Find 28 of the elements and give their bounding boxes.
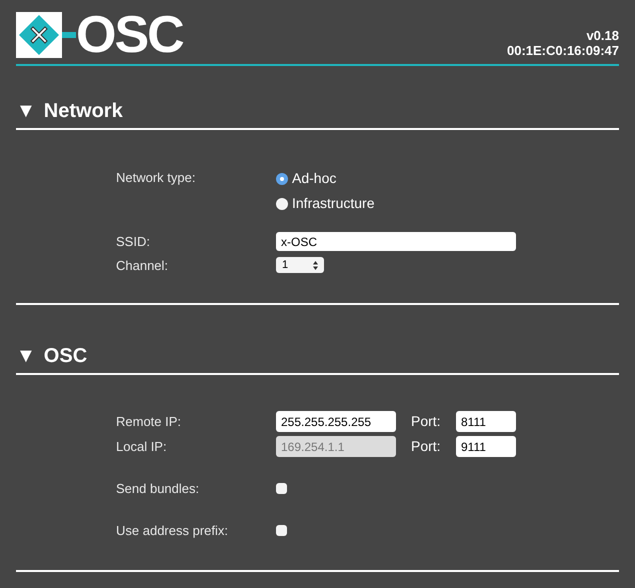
- port-label: Port:: [411, 412, 442, 431]
- radio-label: Ad-hoc: [292, 169, 336, 188]
- checkbox[interactable]: [276, 483, 287, 494]
- field-label: Local IP:: [116, 438, 168, 456]
- ssid-field[interactable]: x-OSC: [276, 232, 516, 252]
- field-label: Send bundles:: [116, 480, 200, 498]
- radio-button[interactable]: [276, 172, 288, 184]
- field-label: Remote IP:: [116, 412, 182, 431]
- field-label: Network type:: [116, 169, 196, 187]
- mac-address: 00:1E:C0:16:09:47: [506, 43, 619, 58]
- field-label: SSID:: [116, 233, 151, 251]
- field-label: Use address prefix:: [116, 522, 229, 540]
- section-title: OSC: [44, 344, 88, 369]
- radio-button[interactable]: [276, 198, 288, 210]
- channel-select[interactable]: 1: [276, 257, 324, 274]
- port-label: Port:: [411, 437, 442, 456]
- field-label: Channel:: [116, 256, 170, 274]
- version-text: v0.18: [586, 28, 619, 43]
- ip-field[interactable]: 255.255.255.255: [276, 411, 396, 432]
- collapse-toggle[interactable]: ▼: [16, 96, 36, 126]
- checkbox[interactable]: [276, 524, 287, 536]
- logo-icon: [16, 12, 76, 58]
- collapse-toggle[interactable]: ▼: [16, 341, 36, 371]
- logo-text: OSC: [76, 12, 183, 58]
- port-field[interactable]: 8111: [456, 411, 516, 432]
- section-title: Network: [44, 99, 123, 124]
- stepper-icon: [313, 260, 318, 270]
- radio-label: Infrastructure: [292, 194, 374, 213]
